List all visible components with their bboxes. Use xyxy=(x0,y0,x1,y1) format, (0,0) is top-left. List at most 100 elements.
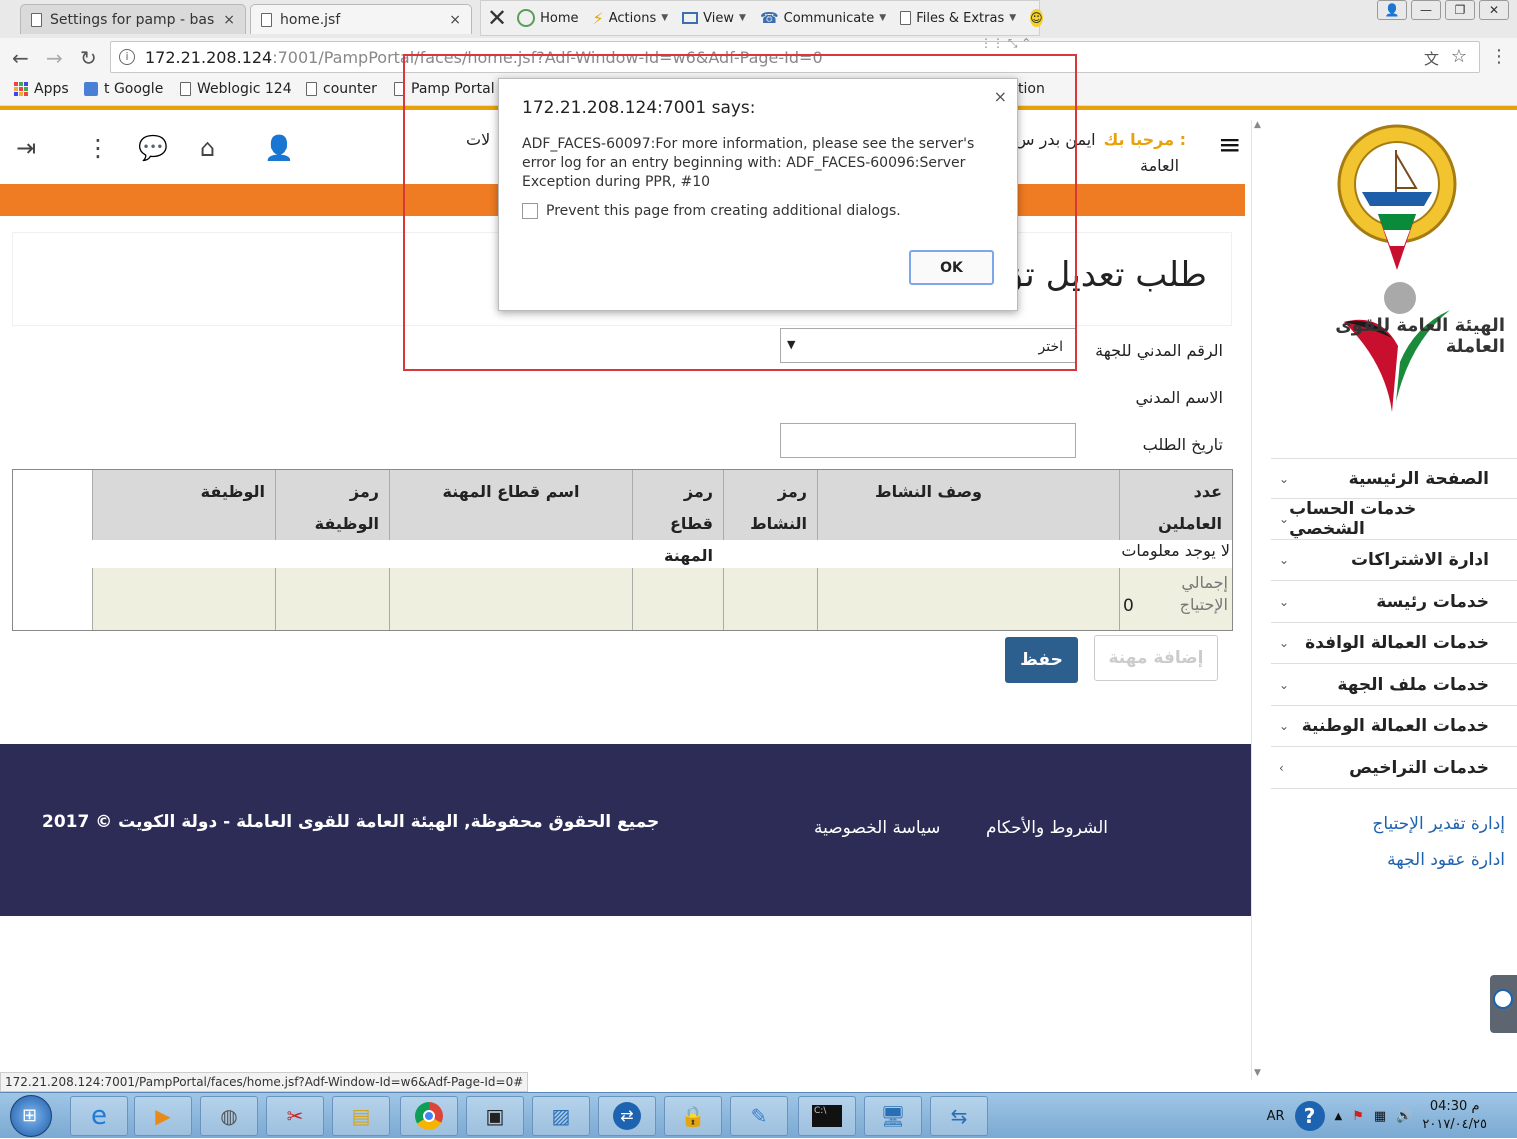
tab-title: Settings for pamp - base xyxy=(50,11,216,28)
close-icon[interactable]: × xyxy=(994,87,1007,106)
start-button[interactable]: ⊞ xyxy=(10,1095,52,1137)
chrome-icon xyxy=(415,1102,443,1130)
tray-expand-icon[interactable]: ▲ xyxy=(1335,1111,1343,1122)
taskbar-explorer-button[interactable]: ▤ xyxy=(332,1096,390,1136)
tv-actions-button[interactable]: ⚡ Actions ▼ xyxy=(593,9,669,28)
footer-privacy-link[interactable]: سياسة الخصوصية xyxy=(814,818,940,838)
sidebar-item-label: خدمات العمالة الوافدة xyxy=(1305,633,1489,653)
table-cell xyxy=(275,568,389,630)
star-icon[interactable]: ☆ xyxy=(1451,46,1467,67)
info-icon[interactable]: i xyxy=(119,49,135,65)
window-controls: 👤 — ❐ ✕ xyxy=(1377,0,1509,20)
sidebar-item-personal-account[interactable]: ⌄ خدمات الحساب الشخصي xyxy=(1271,499,1517,540)
caret-down-icon: ▼ xyxy=(1009,13,1017,23)
translate-icon[interactable]: 文 xyxy=(1424,48,1439,69)
forward-arrow-icon[interactable]: → xyxy=(46,46,63,70)
bookmark-pamp-portal[interactable]: Pamp Portal xyxy=(394,81,495,97)
tv-communicate-button[interactable]: ☎ Communicate ▼ xyxy=(760,9,886,27)
tv-home-label: Home xyxy=(540,10,579,26)
civil-id-select[interactable]: ▼ اختر xyxy=(780,328,1076,363)
taskbar-chrome-button[interactable] xyxy=(400,1096,458,1136)
checkbox-box[interactable] xyxy=(522,203,538,219)
tab-home[interactable]: home.jsf × xyxy=(250,4,472,34)
taskbar-media-button[interactable]: ▶ xyxy=(134,1096,192,1136)
minimize-button[interactable]: — xyxy=(1411,0,1441,20)
close-session-icon[interactable]: ✕ xyxy=(487,4,507,32)
bookmark-partial[interactable]: tion xyxy=(1018,81,1045,97)
smiley-icon[interactable]: ☺ xyxy=(1030,9,1043,27)
command-prompt-icon: C:\ xyxy=(812,1105,842,1127)
help-icon[interactable]: ? xyxy=(1294,1101,1325,1131)
scroll-up-icon[interactable]: ▲ xyxy=(1254,120,1261,130)
url-host: 172.21.208.124 xyxy=(145,47,273,67)
scroll-down-icon[interactable]: ▼ xyxy=(1254,1068,1261,1078)
prevent-dialogs-checkbox[interactable]: Prevent this page from creating addition… xyxy=(522,203,901,219)
sidebar-item-entity-file[interactable]: ⌄ خدمات ملف الجهة xyxy=(1271,665,1517,706)
user-line2: العامة xyxy=(1140,156,1180,175)
bookmark-counter[interactable]: counter xyxy=(306,81,377,97)
home-icon[interactable]: ⌂ xyxy=(200,134,215,162)
add-profession-button[interactable]: إضافة مهنة xyxy=(1094,635,1218,681)
link-needs-estimation[interactable]: إدارة تقدير الإحتياج xyxy=(1372,814,1505,834)
profile-button[interactable]: 👤 xyxy=(1377,0,1407,20)
bookmark-label: tion xyxy=(1018,81,1045,97)
taskbar-teamviewer-button[interactable]: ⇄ xyxy=(598,1096,656,1136)
save-button[interactable]: حفظ xyxy=(1005,637,1078,683)
taskbar-notepad-button[interactable]: ✎ xyxy=(730,1096,788,1136)
link-entity-contracts[interactable]: ادارة عقود الجهة xyxy=(1387,850,1505,870)
sidebar-item-expat-labor[interactable]: ⌄ خدمات العمالة الوافدة xyxy=(1271,623,1517,664)
more-vertical-icon[interactable]: ⋮ xyxy=(86,134,110,162)
reload-icon[interactable]: ↻ xyxy=(80,46,97,70)
sidebar-item-main-services[interactable]: ⌄ خدمات رئيسة xyxy=(1271,582,1517,623)
language-indicator[interactable]: AR xyxy=(1267,1109,1285,1124)
footer-copyright: جميع الحقوق محفوظة, الهيئة العامة للقوى … xyxy=(42,812,660,832)
bookmark-apps[interactable]: Apps xyxy=(14,81,69,97)
tab-settings[interactable]: Settings for pamp - base × xyxy=(20,4,246,34)
taskbar-photo-button[interactable]: ▨ xyxy=(532,1096,590,1136)
logout-icon[interactable]: ⇥ xyxy=(16,134,36,162)
hamburger-menu-icon[interactable]: ≡ xyxy=(1218,128,1241,161)
caret-down-icon: ▼ xyxy=(879,13,887,23)
tv-files-button[interactable]: Files & Extras ▼ xyxy=(900,11,1016,26)
sidebar-item-licenses[interactable]: ‹ خدمات التراخيص xyxy=(1271,748,1517,789)
network-status-icon[interactable]: ▦ xyxy=(1374,1109,1386,1124)
close-window-button[interactable]: ✕ xyxy=(1479,0,1509,20)
close-icon[interactable]: × xyxy=(223,12,235,28)
chat-icon[interactable]: 💬 xyxy=(138,134,168,162)
sidebar-item-label: ادارة الاشتراكات xyxy=(1350,550,1489,570)
user-icon[interactable]: 👤 xyxy=(264,134,294,162)
footer-terms-link[interactable]: الشروط والأحكام xyxy=(986,818,1108,838)
taskbar-lock-button[interactable]: 🔒 xyxy=(664,1096,722,1136)
bookmark-weblogic[interactable]: Weblogic 124 xyxy=(180,81,292,97)
sidebar-item-subscriptions[interactable]: ⌄ ادارة الاشتراكات xyxy=(1271,540,1517,581)
taskbar-network-button[interactable]: ⇆ xyxy=(930,1096,988,1136)
teamviewer-side-tab[interactable] xyxy=(1490,975,1517,1033)
volume-icon[interactable]: 🔊 xyxy=(1396,1109,1412,1124)
back-arrow-icon[interactable]: ← xyxy=(12,46,29,70)
close-icon[interactable]: × xyxy=(449,12,461,28)
clock[interactable]: 04:30 م ٢٠١٧/٠٤/٢٥ xyxy=(1422,1098,1487,1134)
taskbar-app-button[interactable]: ▣ xyxy=(466,1096,524,1136)
taskbar-rdp-button[interactable]: 🖥 xyxy=(864,1096,922,1136)
url-bar[interactable]: i 172.21.208.124:7001/PampPortal/faces/h… xyxy=(110,41,1480,73)
sidebar-item-home[interactable]: ⌄ الصفحة الرئيسية xyxy=(1271,458,1517,499)
menu-dots-icon[interactable]: ⋮ xyxy=(1490,46,1508,67)
tv-home-button[interactable]: Home xyxy=(517,9,579,27)
ok-button[interactable]: OK xyxy=(909,250,994,285)
restore-button[interactable]: ❐ xyxy=(1445,0,1475,20)
sidebar-scrollbar[interactable]: ▲ ▼ xyxy=(1251,120,1265,1080)
picture-icon: ▨ xyxy=(551,1104,571,1128)
chevron-down-icon: ⌄ xyxy=(1279,512,1290,526)
tab-title: home.jsf xyxy=(280,11,341,28)
tv-grip-icon[interactable]: ⋮⋮ ⤡ ⌃ xyxy=(980,36,1031,51)
sidebar-item-national-labor[interactable]: ⌄ خدمات العمالة الوطنية xyxy=(1271,706,1517,747)
lightning-icon: ⚡ xyxy=(592,8,604,28)
taskbar-ie-button[interactable]: e xyxy=(70,1096,128,1136)
taskbar-cmd-button[interactable]: C:\ xyxy=(798,1096,856,1136)
bookmark-google[interactable]: t Google xyxy=(84,81,163,97)
request-date-field[interactable] xyxy=(780,423,1076,458)
taskbar-snipping-button[interactable]: ✂ xyxy=(266,1096,324,1136)
taskbar-db-button[interactable]: ◍ xyxy=(200,1096,258,1136)
action-center-flag-icon[interactable]: ⚑ xyxy=(1352,1109,1364,1124)
tv-view-button[interactable]: View ▼ xyxy=(682,11,746,26)
